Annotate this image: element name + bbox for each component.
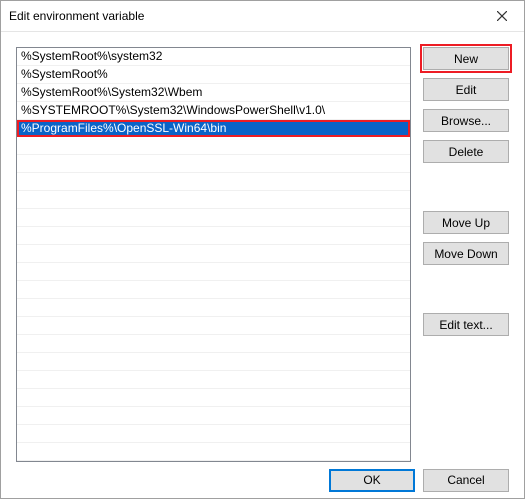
list-item[interactable]: %SystemRoot%\System32\Wbem xyxy=(17,84,410,102)
list-item-blank[interactable] xyxy=(17,263,410,281)
side-button-column: New Edit Browse... Delete Move Up Move D… xyxy=(423,47,509,462)
list-item-blank[interactable] xyxy=(17,191,410,209)
close-button[interactable] xyxy=(479,1,524,31)
list-item-blank[interactable] xyxy=(17,335,410,353)
new-button[interactable]: New xyxy=(423,47,509,70)
list-item[interactable]: %ProgramFiles%\OpenSSL-Win64\bin xyxy=(17,120,410,137)
browse-button[interactable]: Browse... xyxy=(423,109,509,132)
dialog-window: Edit environment variable %SystemRoot%\s… xyxy=(0,0,525,499)
list-item[interactable]: %SystemRoot%\system32 xyxy=(17,48,410,66)
list-item-blank[interactable] xyxy=(17,281,410,299)
list-item-blank[interactable] xyxy=(17,371,410,389)
edit-text-button[interactable]: Edit text... xyxy=(423,313,509,336)
edit-button[interactable]: Edit xyxy=(423,78,509,101)
list-item-blank[interactable] xyxy=(17,443,410,461)
list-item-blank[interactable] xyxy=(17,317,410,335)
list-item-blank[interactable] xyxy=(17,353,410,371)
list-item-blank[interactable] xyxy=(17,227,410,245)
list-item[interactable]: %SystemRoot% xyxy=(17,66,410,84)
list-item-blank[interactable] xyxy=(17,245,410,263)
list-item-blank[interactable] xyxy=(17,155,410,173)
list-item-blank[interactable] xyxy=(17,425,410,443)
window-title: Edit environment variable xyxy=(1,9,144,23)
delete-button[interactable]: Delete xyxy=(423,140,509,163)
dialog-footer: OK Cancel xyxy=(1,462,524,498)
button-spacer xyxy=(423,171,509,211)
list-item-blank[interactable] xyxy=(17,299,410,317)
move-up-button[interactable]: Move Up xyxy=(423,211,509,234)
list-item-blank[interactable] xyxy=(17,137,410,155)
cancel-button[interactable]: Cancel xyxy=(423,469,509,492)
list-item[interactable]: %SYSTEMROOT%\System32\WindowsPowerShell\… xyxy=(17,102,410,120)
list-inner: %SystemRoot%\system32%SystemRoot%%System… xyxy=(17,48,410,461)
close-icon xyxy=(497,11,507,21)
dialog-body: %SystemRoot%\system32%SystemRoot%%System… xyxy=(1,32,524,462)
list-item-blank[interactable] xyxy=(17,407,410,425)
list-item-blank[interactable] xyxy=(17,173,410,191)
path-listbox[interactable]: %SystemRoot%\system32%SystemRoot%%System… xyxy=(16,47,411,462)
titlebar: Edit environment variable xyxy=(1,1,524,32)
list-item-blank[interactable] xyxy=(17,389,410,407)
move-down-button[interactable]: Move Down xyxy=(423,242,509,265)
button-spacer-2 xyxy=(423,273,509,313)
ok-button[interactable]: OK xyxy=(329,469,415,492)
list-item-blank[interactable] xyxy=(17,209,410,227)
